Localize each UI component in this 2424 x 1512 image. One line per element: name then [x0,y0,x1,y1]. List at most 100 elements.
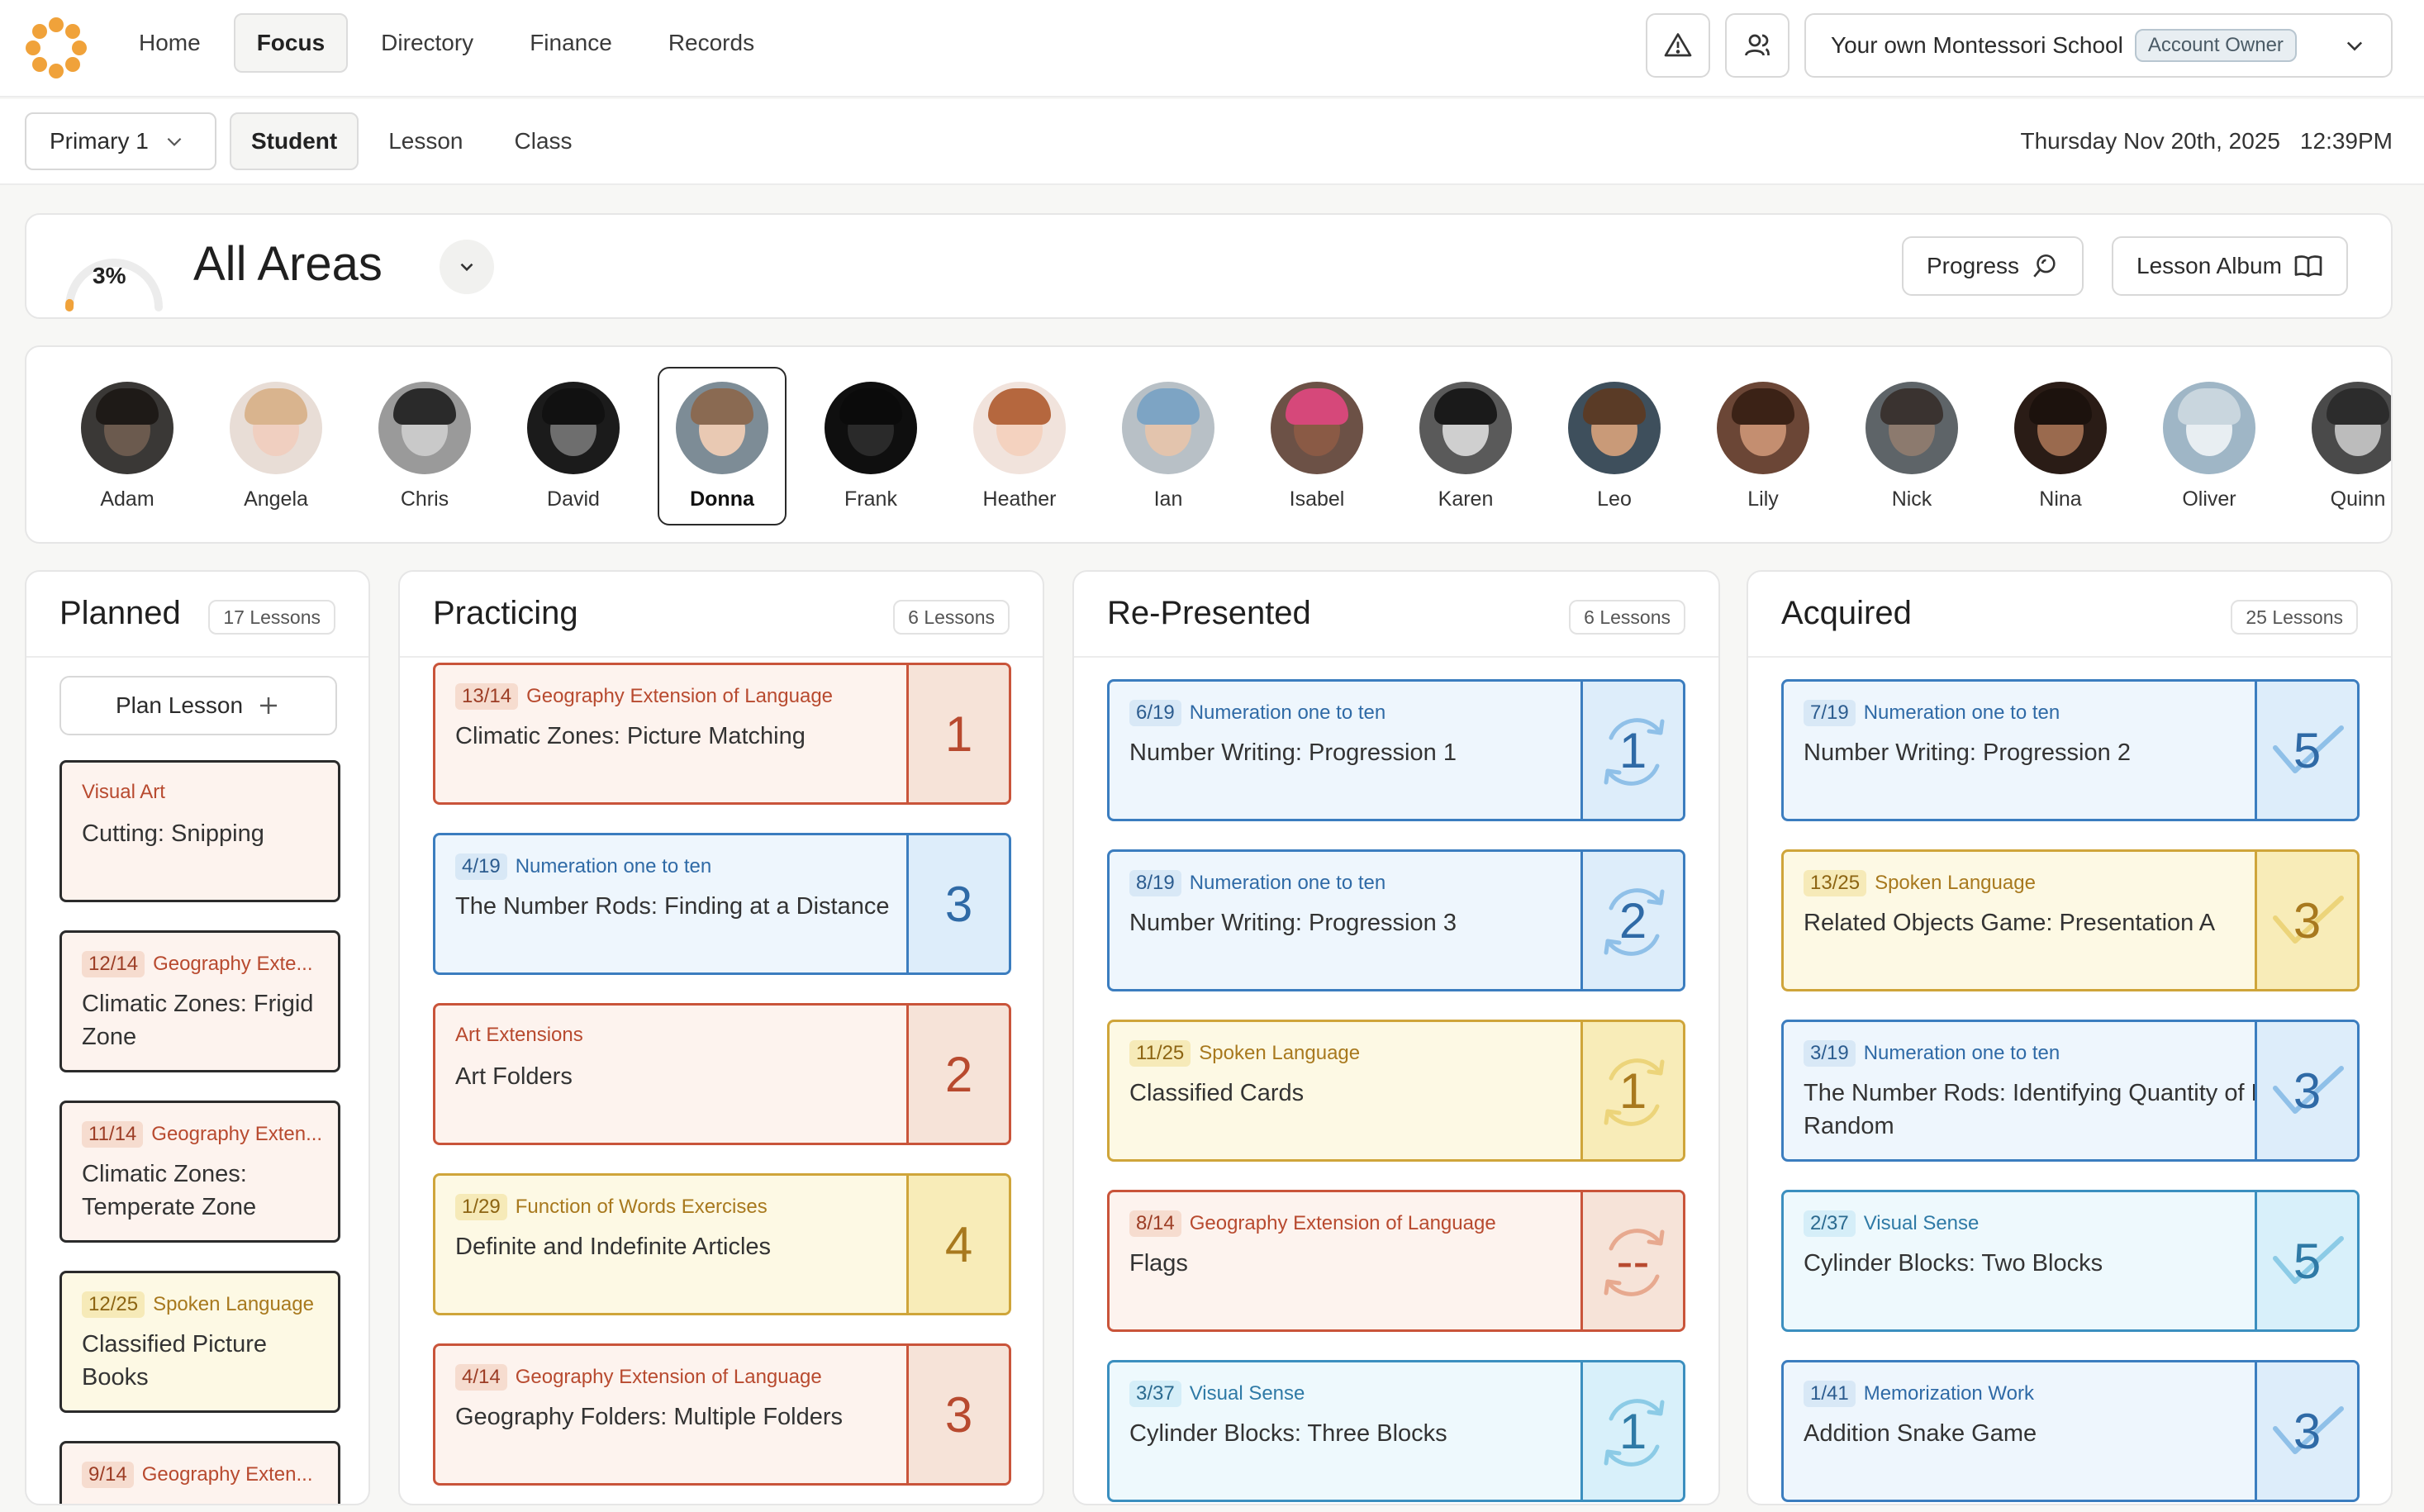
student-heather[interactable]: Heather [955,367,1084,525]
lesson-sequence-badge: 2/37 [1804,1210,1856,1237]
column-represented: Re-Presented 6 Lessons 6/19 Numeration on… [1072,570,1720,1505]
presentation-count: 3 [2255,1022,2357,1159]
planned-lesson-card[interactable]: 9/14 Geography Exten... [59,1441,340,1504]
practicing-lesson-card[interactable]: 1/29 Function of Words Exercises Definite … [433,1173,1011,1315]
represented-lesson-card[interactable]: 6/19 Numeration one to ten Number Writing:… [1107,679,1685,821]
student-nina[interactable]: Nina [1996,367,2125,525]
users-button[interactable] [1725,13,1789,78]
nav-records[interactable]: Records [645,13,777,73]
student-name: Donna [690,487,754,511]
student-ian[interactable]: Ian [1104,367,1233,525]
school-account-menu[interactable]: Your own Montessori School Account Owner [1804,13,2393,78]
presentation-count-value: 5 [2293,1233,2322,1289]
lesson-area: Geography Exten... [141,1463,313,1486]
tab-class[interactable]: Class [493,112,594,170]
progress-search-icon [2033,254,2056,278]
lesson-meta: 11/14 Geography Exten... [82,1121,330,1148]
alerts-button[interactable] [1646,13,1710,78]
student-quinn[interactable]: Quinn [2293,367,2391,525]
nav-home[interactable]: Home [116,13,224,73]
avatar-hair [1583,388,1646,425]
student-name: Angela [244,487,308,511]
planned-lesson-card[interactable]: 11/14 Geography Exten... Climatic Zones: T… [59,1101,340,1243]
lesson-count-badge: 6 Lessons [1569,600,1685,635]
planned-lesson-card[interactable]: 12/25 Spoken Language Classified Picture B… [59,1271,340,1413]
lesson-meta: 4/14 Geography Extension of Language [455,1364,822,1391]
lesson-sequence-badge: 3/37 [1129,1381,1181,1407]
practicing-lesson-card[interactable]: Art Extensions Art Folders 2 [433,1003,1011,1145]
plan-lesson-label: Plan Lesson [115,692,244,718]
student-isabel[interactable]: Isabel [1252,367,1381,525]
presentation-count: 3 [2255,852,2357,989]
nav-directory[interactable]: Directory [358,13,497,73]
area-select-button[interactable] [440,240,494,294]
acquired-lesson-card[interactable]: 2/37 Visual Sense Cylinder Blocks: Two Blo… [1781,1190,2360,1332]
progress-percent: 3% [93,263,126,288]
student-chris[interactable]: Chris [360,367,489,525]
presentation-count: 3 [2255,1362,2357,1500]
student-oliver[interactable]: Oliver [2145,367,2274,525]
presentation-count: 1 [1580,1022,1683,1159]
student-lily[interactable]: Lily [1699,367,1828,525]
lesson-meta: 3/19 Numeration one to ten [1804,1040,2060,1067]
student-selector: Adam Angela Chris David Donna Frank Heather Ian… [25,345,2393,544]
student-nick[interactable]: Nick [1847,367,1976,525]
lesson-area: Numeration one to ten [1189,872,1386,894]
avatar-hair [96,388,159,425]
lesson-name: Addition Snake Game [1804,1420,2037,1447]
lesson-area: Spoken Language [1199,1042,1361,1064]
avatar [2014,382,2107,474]
presentation-count-value: 1 [944,706,973,762]
nav-focus[interactable]: Focus [233,13,349,73]
student-donna[interactable]: Donna [658,367,787,525]
avatar-hair [1286,388,1348,425]
lesson-meta: 7/19 Numeration one to ten [1804,700,2060,726]
lesson-meta: 11/25 Spoken Language [1129,1040,1360,1067]
practicing-lesson-card[interactable]: 4/14 Geography Extension of Language Geogr… [433,1343,1011,1486]
represented-lesson-card[interactable]: 11/25 Spoken Language Classified Cards 1 [1107,1020,1685,1162]
acquired-lesson-card[interactable]: 1/41 Memorization Work Addition Snake Game… [1781,1360,2360,1502]
avatar-hair [1434,388,1497,425]
avatar-hair [691,388,753,425]
student-name: Heather [982,487,1057,511]
progress-button[interactable]: Progress [1902,236,2084,296]
lesson-area: Numeration one to ten [1863,1042,2060,1064]
area-title: All Areas [193,237,383,291]
tab-student[interactable]: Student [230,112,359,170]
lesson-sequence-badge: 3/19 [1804,1040,1856,1067]
represented-lesson-card[interactable]: 8/19 Numeration one to ten Number Writing:… [1107,849,1685,991]
lesson-name: Definite and Indefinite Articles [455,1234,772,1260]
student-leo[interactable]: Leo [1550,367,1679,525]
practicing-lesson-card[interactable]: 4/19 Numeration one to ten The Number Rods… [433,833,1011,975]
column-header: Acquired 25 Lessons [1748,572,2391,658]
student-david[interactable]: David [509,367,638,525]
acquired-lesson-card[interactable]: 13/25 Spoken Language Related Objects Game… [1781,849,2360,991]
acquired-lesson-card[interactable]: 7/19 Numeration one to ten Number Writing:… [1781,679,2360,821]
student-angela[interactable]: Angela [212,367,340,525]
represented-lesson-card[interactable]: 8/14 Geography Extension of Language Flags… [1107,1190,1685,1332]
avatar [527,382,620,474]
presentation-count-value: 3 [2293,1063,2322,1119]
planned-lesson-card[interactable]: Visual Art Cutting: Snipping [59,760,340,902]
acquired-lesson-card[interactable]: 3/19 Numeration one to ten The Number Rods… [1781,1020,2360,1162]
student-frank[interactable]: Frank [806,367,935,525]
class-select[interactable]: Primary 1 [25,112,216,170]
lesson-album-button[interactable]: Lesson Album [2112,236,2348,296]
warning-icon [1664,33,1692,57]
presentation-count-value: -- [1616,1233,1650,1289]
represented-lesson-card[interactable]: 3/37 Visual Sense Cylinder Blocks: Three B… [1107,1360,1685,1502]
lesson-meta: 13/25 Spoken Language [1804,870,2036,896]
avatar-hair [988,388,1051,425]
lesson-name: Cylinder Blocks: Three Blocks [1129,1420,1447,1447]
student-karen[interactable]: Karen [1401,367,1530,525]
school-logo-icon[interactable] [23,15,89,81]
presentation-count-value: 1 [1618,1403,1647,1459]
practicing-lesson-card[interactable]: 13/14 Geography Extension of Language Clim… [433,663,1011,805]
plan-lesson-button[interactable]: Plan Lesson [59,676,337,735]
student-adam[interactable]: Adam [63,367,192,525]
planned-lesson-card[interactable]: 12/14 Geography Exte... Climatic Zones: Fr… [59,930,340,1072]
presentation-count: -- [1580,1192,1683,1329]
presentation-count-value: 2 [1618,892,1647,949]
tab-lesson[interactable]: Lesson [367,112,484,170]
nav-finance[interactable]: Finance [506,13,635,73]
